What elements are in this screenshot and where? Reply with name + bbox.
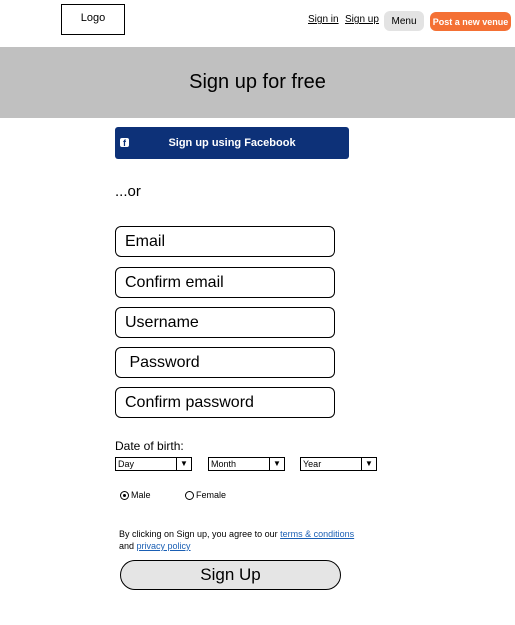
month-select[interactable]: Month ▼ bbox=[208, 457, 285, 471]
confirm-email-field[interactable] bbox=[115, 267, 335, 298]
email-field[interactable] bbox=[115, 226, 335, 257]
terms-notice: By clicking on Sign up, you agree to our… bbox=[119, 528, 399, 552]
radio-checked-icon bbox=[120, 490, 129, 500]
page-banner: Sign up for free bbox=[0, 47, 515, 118]
gender-male-radio[interactable]: Male bbox=[120, 490, 151, 500]
menu-button[interactable]: Menu bbox=[384, 11, 424, 31]
gender-male-label: Male bbox=[131, 490, 151, 500]
chevron-down-icon: ▼ bbox=[176, 458, 191, 470]
facebook-signup-label: Sign up using Facebook bbox=[168, 137, 296, 149]
gender-female-label: Female bbox=[196, 490, 227, 500]
privacy-link[interactable]: privacy policy bbox=[137, 541, 191, 551]
signup-button[interactable]: Sign Up bbox=[120, 560, 341, 590]
or-separator: ...or bbox=[115, 183, 141, 200]
month-select-value: Month bbox=[211, 459, 237, 469]
dob-label: Date of birth: bbox=[115, 439, 184, 453]
facebook-icon: f bbox=[120, 138, 129, 147]
post-venue-button[interactable]: Post a new venue bbox=[430, 12, 511, 31]
year-select[interactable]: Year ▼ bbox=[300, 457, 377, 471]
page-title: Sign up for free bbox=[189, 71, 326, 93]
day-select-value: Day bbox=[118, 459, 135, 469]
terms-text: By clicking on Sign up, you agree to our bbox=[119, 529, 281, 539]
gender-female-radio[interactable]: Female bbox=[185, 490, 226, 500]
logo[interactable]: Logo bbox=[61, 4, 125, 35]
confirm-password-field[interactable] bbox=[115, 387, 335, 418]
radio-unchecked-icon bbox=[185, 490, 194, 500]
year-select-value: Year bbox=[303, 459, 322, 469]
sign-in-link[interactable]: Sign in bbox=[308, 14, 339, 25]
username-field[interactable] bbox=[115, 307, 335, 338]
facebook-signup-button[interactable]: f Sign up using Facebook bbox=[115, 127, 349, 159]
chevron-down-icon: ▼ bbox=[361, 458, 376, 470]
password-field[interactable] bbox=[115, 347, 335, 378]
terms-link[interactable]: terms & conditions bbox=[280, 529, 354, 539]
day-select[interactable]: Day ▼ bbox=[115, 457, 192, 471]
terms-and-text: and bbox=[119, 541, 137, 551]
sign-up-link[interactable]: Sign up bbox=[345, 14, 379, 25]
chevron-down-icon: ▼ bbox=[269, 458, 284, 470]
